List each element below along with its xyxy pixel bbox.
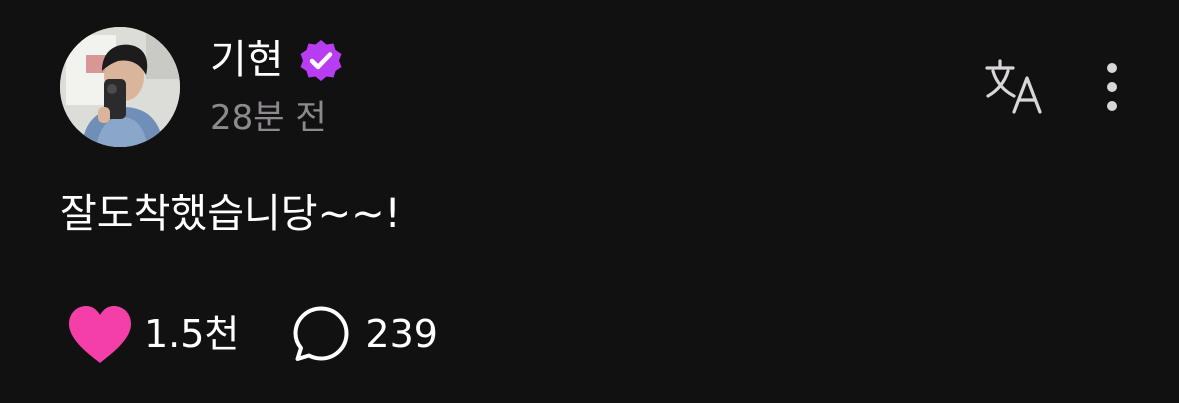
more-options-button[interactable] xyxy=(1096,58,1128,118)
reply-count: 239 xyxy=(365,312,438,356)
post-timestamp: 28분 전 xyxy=(210,98,327,138)
thread-post: 기현 28분 전 잘도착했습니당~~! 1.5천 239 xyxy=(0,0,1179,403)
author-avatar[interactable] xyxy=(60,27,180,147)
post-body-text: 잘도착했습니당~~! xyxy=(60,191,401,237)
author-name[interactable]: 기현 xyxy=(210,36,284,84)
profile-photo xyxy=(60,27,180,147)
more-vertical-icon xyxy=(1107,63,1117,111)
verified-badge-icon xyxy=(296,37,346,87)
post-actions: 1.5천 239 xyxy=(66,302,438,366)
like-count: 1.5천 xyxy=(144,312,240,356)
heart-icon xyxy=(69,306,131,363)
reply-button[interactable]: 239 xyxy=(291,304,438,364)
translate-button[interactable] xyxy=(984,58,1046,114)
translate-icon xyxy=(985,59,1042,114)
speech-bubble-icon xyxy=(293,306,349,361)
like-button[interactable]: 1.5천 xyxy=(66,303,239,365)
